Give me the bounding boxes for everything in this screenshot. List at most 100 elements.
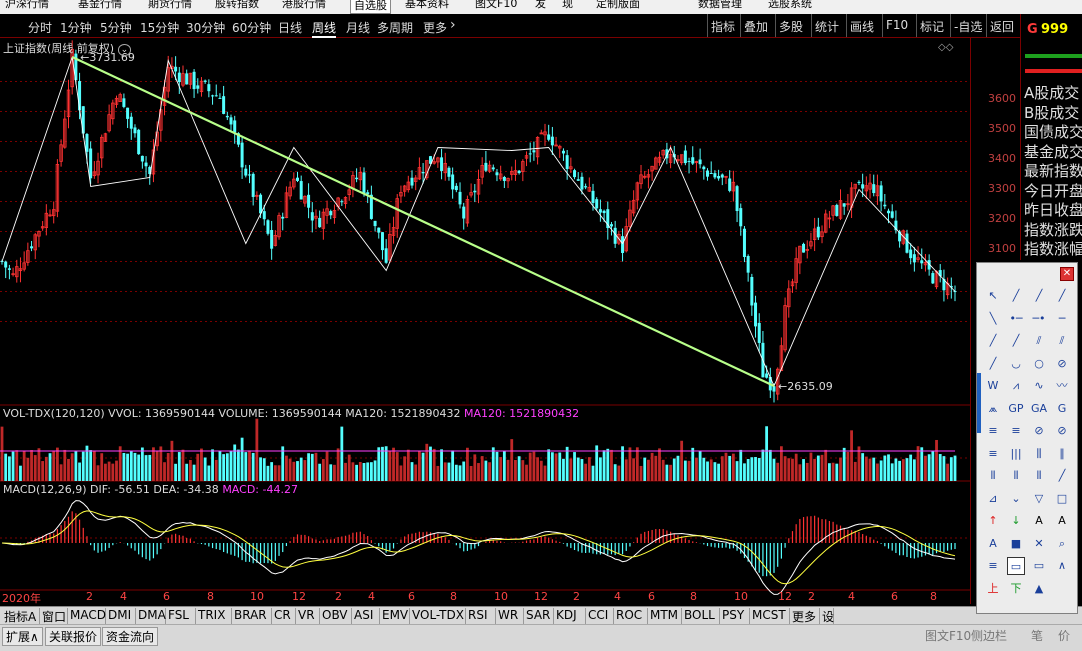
drawing-tool[interactable]: G bbox=[1053, 400, 1071, 418]
menu-item[interactable]: 沪深行情 bbox=[5, 0, 49, 11]
tab-BRAR[interactable]: BRAR bbox=[232, 608, 272, 625]
tab-MACD[interactable]: MACD bbox=[68, 608, 106, 625]
drawing-tool[interactable]: ⫽ bbox=[1053, 332, 1071, 350]
menu-item[interactable]: 图文F10 bbox=[475, 0, 517, 11]
drawing-tool[interactable]: ≡ bbox=[984, 445, 1002, 463]
drawing-tool[interactable]: ○ bbox=[1030, 355, 1048, 373]
pin-icon[interactable]: ◇◇ bbox=[938, 42, 953, 53]
tab-DMA[interactable]: DMA bbox=[136, 608, 166, 625]
drawing-tool[interactable]: W bbox=[984, 377, 1002, 395]
drawing-tool[interactable]: ◡ bbox=[1007, 355, 1025, 373]
tab-SAR[interactable]: SAR bbox=[524, 608, 554, 625]
tab-窗口[interactable]: 窗口 bbox=[40, 608, 68, 625]
tab-MTM[interactable]: MTM bbox=[648, 608, 682, 625]
tab-ROC[interactable]: ROC bbox=[614, 608, 648, 625]
drawing-tool[interactable]: ⊘ bbox=[1053, 422, 1071, 440]
period-2[interactable]: 5分钟 bbox=[100, 19, 132, 36]
tab-VR[interactable]: VR bbox=[296, 608, 320, 625]
drawing-tool[interactable]: ↑ bbox=[984, 512, 1002, 530]
tab-ASI[interactable]: ASI bbox=[352, 608, 380, 625]
bottom-right-button[interactable]: 侧边栏 bbox=[968, 627, 1010, 644]
drawing-tool[interactable]: ||| bbox=[1007, 445, 1025, 463]
drawing-tool[interactable]: 下 bbox=[1007, 580, 1025, 598]
menu-item[interactable]: 期货行情 bbox=[148, 0, 192, 11]
drawing-tool[interactable]: ⩕ bbox=[984, 400, 1002, 418]
panel-handle[interactable] bbox=[977, 373, 981, 433]
drawing-tool[interactable]: ▭ bbox=[1007, 557, 1025, 575]
period-5[interactable]: 60分钟 bbox=[232, 19, 271, 36]
menu-item[interactable]: 股转指数 bbox=[215, 0, 259, 11]
drawing-tool[interactable]: ▽ bbox=[1030, 490, 1048, 508]
drawing-tool[interactable]: ⦀ bbox=[1007, 467, 1025, 485]
drawing-tool[interactable]: ╱ bbox=[984, 355, 1002, 373]
tab-KDJ[interactable]: KDJ bbox=[554, 608, 586, 625]
toolbar-5[interactable]: F10 bbox=[882, 14, 911, 37]
drawing-tool[interactable]: A bbox=[984, 535, 1002, 553]
tab-TRIX[interactable]: TRIX bbox=[196, 608, 232, 625]
bottom-button[interactable]: 资金流向 bbox=[102, 627, 159, 646]
drawing-tool[interactable]: ∥ bbox=[1053, 445, 1071, 463]
tab-CR[interactable]: CR bbox=[272, 608, 296, 625]
menu-item[interactable]: 自选股 bbox=[350, 0, 391, 14]
toolbar-8[interactable]: 返回 bbox=[986, 14, 1017, 37]
menu-item[interactable]: 发 bbox=[535, 0, 546, 11]
toolbar-4[interactable]: 画线 bbox=[846, 14, 877, 37]
drawing-tool[interactable]: ▲ bbox=[1030, 580, 1048, 598]
drawing-tool[interactable]: ⩘ bbox=[1007, 377, 1025, 395]
tab-OBV[interactable]: OBV bbox=[320, 608, 352, 625]
drawing-tool[interactable]: ⌕ bbox=[1053, 535, 1071, 553]
tab-RSI[interactable]: RSI bbox=[466, 608, 496, 625]
period-9[interactable]: 多周期 bbox=[377, 19, 413, 36]
bottom-button[interactable]: 关联报价 bbox=[45, 627, 102, 646]
bottom-right-button[interactable]: 图文F10 bbox=[922, 627, 974, 644]
drawing-tool[interactable]: ≡ bbox=[984, 557, 1002, 575]
bottom-right-button[interactable]: 笔 bbox=[1028, 627, 1046, 644]
drawing-tool[interactable]: ↖ bbox=[984, 287, 1002, 305]
period-4[interactable]: 30分钟 bbox=[186, 19, 225, 36]
close-icon[interactable]: ✕ bbox=[1060, 267, 1074, 281]
drawing-tool[interactable]: A bbox=[1053, 512, 1071, 530]
tab-VOL-TDX[interactable]: VOL-TDX bbox=[410, 608, 466, 625]
period-10[interactable]: 更多 bbox=[423, 19, 447, 36]
drawing-tool[interactable]: ✕ bbox=[1030, 535, 1048, 553]
menu-item[interactable]: 基本资料 bbox=[405, 0, 449, 11]
drawing-tool[interactable]: ╱ bbox=[984, 332, 1002, 350]
drawing-tool[interactable]: ─• bbox=[1030, 310, 1048, 328]
tab-指标A[interactable]: 指标A bbox=[2, 608, 40, 625]
drawing-tool[interactable]: ▭ bbox=[1030, 557, 1048, 575]
period-7[interactable]: 周线 bbox=[312, 19, 337, 38]
period-6[interactable]: 日线 bbox=[278, 19, 302, 36]
drawing-tool[interactable]: 上 bbox=[984, 580, 1002, 598]
tab-CCI[interactable]: CCI bbox=[586, 608, 614, 625]
drawing-tool[interactable]: ╱ bbox=[1053, 467, 1071, 485]
drawing-tool[interactable]: 〰 bbox=[1053, 377, 1071, 395]
drawing-tool[interactable]: •─ bbox=[1007, 310, 1025, 328]
drawing-tool[interactable]: ╱ bbox=[1053, 287, 1071, 305]
weekly-kline-chart[interactable]: ←3731.69←2635.09 bbox=[0, 38, 970, 604]
menu-item[interactable]: 现 bbox=[562, 0, 573, 11]
menu-item[interactable]: 港股行情 bbox=[282, 0, 326, 11]
drawing-tool[interactable]: ≡ bbox=[1007, 422, 1025, 440]
drawing-tool[interactable]: ╲ bbox=[984, 310, 1002, 328]
drawing-tool[interactable]: ∿ bbox=[1030, 377, 1048, 395]
tab-更多[interactable]: 更多 bbox=[790, 608, 820, 625]
toolbar-3[interactable]: 统计 bbox=[811, 14, 842, 37]
toolbar-6[interactable]: 标记 bbox=[916, 14, 947, 37]
toolbar-7[interactable]: -自选 bbox=[950, 14, 985, 37]
period-8[interactable]: 月线 bbox=[346, 19, 370, 36]
tab-DMI[interactable]: DMI bbox=[106, 608, 136, 625]
drawing-tool[interactable]: GA bbox=[1030, 400, 1048, 418]
bottom-right-button[interactable]: 价 bbox=[1055, 627, 1073, 644]
menu-item[interactable]: 基金行情 bbox=[78, 0, 122, 11]
tab-设[interactable]: 设 bbox=[820, 608, 834, 625]
toolbar-2[interactable]: 多股 bbox=[775, 14, 806, 37]
drawing-tool[interactable]: ↓ bbox=[1007, 512, 1025, 530]
drawing-tool[interactable]: ╱ bbox=[1007, 332, 1025, 350]
tab-MCST[interactable]: MCST bbox=[750, 608, 790, 625]
toolbar-1[interactable]: 叠加 bbox=[740, 14, 771, 37]
drawing-tool[interactable]: ∧ bbox=[1053, 557, 1071, 575]
drawing-tool[interactable]: ╱ bbox=[1030, 287, 1048, 305]
drawing-tool[interactable]: ⊿ bbox=[984, 490, 1002, 508]
period-3[interactable]: 15分钟 bbox=[140, 19, 179, 36]
drawing-tool[interactable]: ⦀ bbox=[984, 467, 1002, 485]
